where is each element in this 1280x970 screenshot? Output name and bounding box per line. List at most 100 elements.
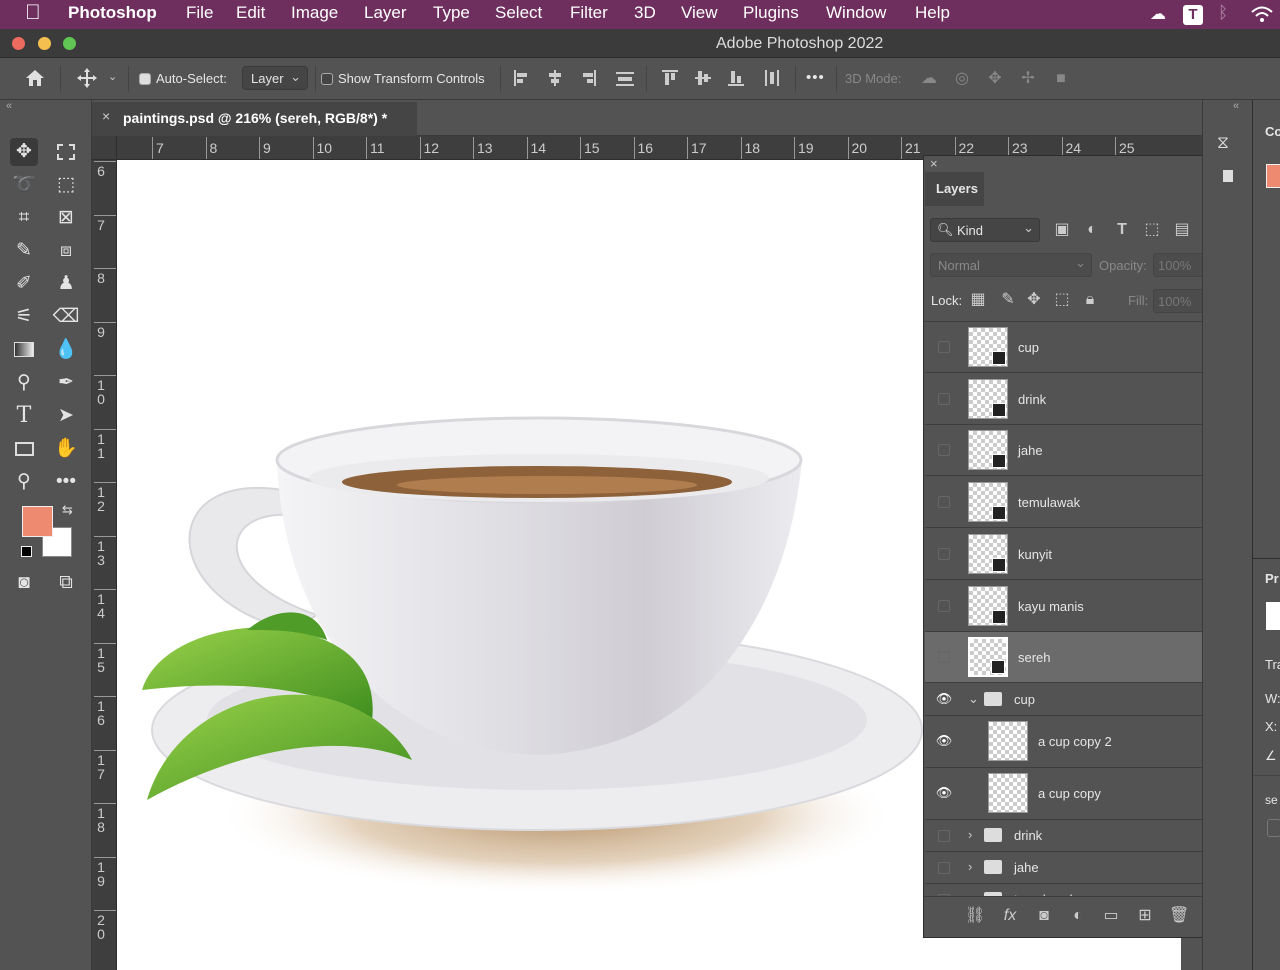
visibility-toggle[interactable] (938, 651, 950, 664)
visibility-toggle[interactable] (938, 341, 950, 353)
lock-image-pixels-icon[interactable]: ✎ (998, 290, 1018, 310)
lock-all-icon[interactable]: 🔒︎ (1080, 290, 1100, 310)
spot-healing-tool-button[interactable]: ⧈ (52, 237, 80, 265)
layer-row[interactable]: sereh (925, 632, 1205, 684)
wifi-icon[interactable] (1250, 5, 1274, 23)
brush-tool-button[interactable]: ✐ (10, 270, 38, 298)
align-left-edges-icon[interactable] (512, 68, 532, 88)
more-options-button[interactable]: ••• (806, 69, 825, 86)
minimize-window-button[interactable] (38, 37, 51, 50)
3d-slide-icon[interactable]: ✢ (1018, 69, 1038, 89)
apple-menu-icon[interactable]:  (25, 1, 41, 25)
visibility-toggle[interactable] (938, 392, 950, 405)
lasso-tool-button[interactable]: ➰ (10, 171, 38, 199)
new-adjustment-layer-icon[interactable]: ◐ (1068, 906, 1088, 926)
eyedropper-tool-button[interactable]: ✎ (10, 237, 38, 265)
menu-3d[interactable]: 3D (634, 3, 656, 23)
rectangle-tool-button[interactable] (10, 435, 38, 463)
screen-mode-button[interactable]: ⧉ (52, 569, 80, 597)
zoom-tool-button[interactable]: ⚲ (10, 468, 38, 496)
align-vertical-centers-icon[interactable] (693, 68, 713, 88)
lock-transparent-pixels-icon[interactable]: ▦ (968, 290, 988, 310)
document-canvas[interactable] (117, 160, 927, 970)
lock-artboard-icon[interactable]: ⬚ (1052, 290, 1072, 310)
chevron-right-icon[interactable]: › (968, 859, 972, 874)
lock-position-icon[interactable]: ✥ (1024, 290, 1044, 310)
bluetooth-icon[interactable]: ᛒ (1218, 3, 1228, 23)
filter-kind-dropdown[interactable]: 🔍︎ Kind ⌄ (930, 218, 1040, 242)
layer-row[interactable]: temulawak (925, 477, 1205, 529)
document-tab[interactable]: × paintings.psd @ 216% (sereh, RGB/8*) * (92, 102, 417, 136)
layer-row[interactable]: drink (925, 374, 1205, 425)
3d-drag-icon[interactable]: ✥ (985, 69, 1005, 89)
chevron-down-icon[interactable]: ⌄ (968, 691, 979, 707)
distribute-horizontal-icon[interactable] (762, 68, 782, 88)
new-group-folder-icon[interactable]: ▭ (1101, 906, 1121, 926)
filter-type-icon[interactable]: T (1112, 220, 1132, 240)
3d-orbit-icon[interactable]: ☁ (919, 69, 939, 89)
close-window-button[interactable] (12, 37, 25, 50)
layer-row[interactable]: kayu manis (925, 581, 1205, 632)
menu-layer[interactable]: Layer (364, 3, 407, 23)
distribute-vertical-icon[interactable] (614, 68, 636, 88)
edit-toolbar-button[interactable]: ••• (52, 468, 80, 496)
collapse-dock-icon[interactable]: « (1233, 100, 1239, 112)
pen-tool-button[interactable]: ✒ (52, 369, 80, 397)
filter-smart-object-icon[interactable]: ▤ (1172, 220, 1192, 240)
auto-select-target-dropdown[interactable]: Layer ⌄ (242, 66, 308, 90)
visibility-toggle[interactable] (938, 547, 950, 560)
properties-field[interactable] (1267, 819, 1280, 837)
layer-group-cup[interactable]: 👁︎ ⌄ cup (925, 684, 1205, 716)
chevron-down-icon[interactable]: ⌄ (108, 70, 117, 83)
align-top-edges-icon[interactable] (660, 68, 680, 88)
menu-image[interactable]: Image (291, 3, 338, 23)
trash-icon[interactable]: 🗑︎ (1169, 906, 1189, 926)
add-mask-icon[interactable]: ◙ (1034, 906, 1054, 926)
close-panel-icon[interactable]: × (930, 156, 938, 171)
foreground-color-swatch[interactable] (22, 506, 53, 537)
collapse-panel-icon[interactable]: « (6, 100, 12, 112)
close-tab-icon[interactable]: × (102, 108, 110, 124)
align-horizontal-centers-icon[interactable] (545, 68, 565, 88)
type-tool-button[interactable]: T (10, 402, 38, 430)
align-right-edges-icon[interactable] (578, 68, 598, 88)
layer-row[interactable]: kunyit (925, 529, 1205, 580)
layer-style-fx-icon[interactable]: fx (1000, 906, 1020, 926)
eye-icon[interactable]: 👁︎ (935, 691, 953, 707)
filter-shape-icon[interactable]: ⬚ (1142, 220, 1162, 240)
quick-mask-button[interactable]: ◙ (10, 569, 38, 597)
menu-filter[interactable]: Filter (570, 3, 608, 23)
zoom-window-button[interactable] (63, 37, 76, 50)
show-transform-controls-checkbox[interactable]: Show Transform Controls (321, 71, 485, 86)
filter-adjustment-icon[interactable]: ◐ (1082, 220, 1102, 240)
home-icon[interactable] (24, 68, 46, 88)
menu-edit[interactable]: Edit (236, 3, 265, 23)
move-tool-preset-icon[interactable] (76, 67, 98, 89)
menu-select[interactable]: Select (495, 3, 542, 23)
menu-app-name[interactable]: Photoshop (68, 3, 157, 23)
creative-cloud-icon[interactable]: ☁ (1150, 4, 1166, 24)
layer-row[interactable]: 👁︎ a cup copy (925, 768, 1205, 820)
color-panel-tab[interactable]: Co (1265, 124, 1280, 139)
clone-stamp-tool-button[interactable]: ♟ (52, 270, 80, 298)
align-bottom-edges-icon[interactable] (726, 68, 746, 88)
visibility-toggle[interactable] (938, 496, 950, 509)
gradient-tool-button[interactable] (10, 336, 38, 364)
path-selection-tool-button[interactable]: ➤ (52, 402, 80, 430)
chevron-right-icon[interactable]: › (968, 827, 972, 842)
layer-group-temulawak[interactable]: › temulawak (925, 884, 1205, 896)
3d-camera-icon[interactable]: ■ (1051, 69, 1071, 89)
menu-type[interactable]: Type (433, 3, 470, 23)
eraser-tool-button[interactable]: ⌫ (52, 303, 80, 331)
visibility-toggle[interactable] (938, 599, 950, 612)
eye-icon[interactable]: 👁︎ (935, 733, 953, 749)
visibility-toggle[interactable] (938, 862, 950, 874)
visibility-toggle[interactable] (938, 444, 950, 457)
default-colors-icon[interactable] (21, 546, 32, 557)
layer-group-jahe[interactable]: › jahe (925, 852, 1205, 884)
3d-roll-icon[interactable]: ◎ (952, 69, 972, 89)
ruler-origin[interactable] (92, 136, 117, 160)
marquee-tool-button[interactable] (52, 138, 80, 166)
layer-row[interactable]: cup (925, 322, 1205, 373)
object-selection-tool-button[interactable]: ⬚ (52, 171, 80, 199)
